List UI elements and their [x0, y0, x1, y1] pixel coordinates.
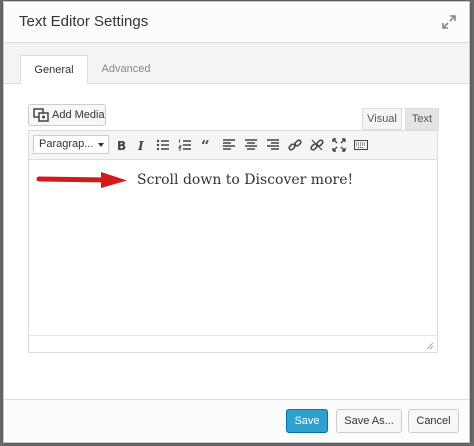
expand-icon[interactable] — [441, 14, 457, 30]
unlink-icon[interactable] — [308, 136, 326, 154]
bullet-list-icon[interactable] — [154, 136, 172, 154]
save-as-button[interactable]: Save As... — [336, 409, 402, 433]
format-select[interactable]: Paragrap... — [33, 135, 109, 154]
editor-statusbar — [29, 335, 437, 352]
chevron-down-icon — [98, 143, 104, 147]
resize-handle-icon[interactable] — [425, 341, 434, 350]
align-left-icon[interactable] — [220, 136, 238, 154]
tab-text[interactable]: Text — [405, 108, 439, 130]
align-center-icon[interactable] — [242, 136, 260, 154]
editor-text: Scroll down to Discover more! — [137, 172, 354, 188]
save-button[interactable]: Save — [286, 409, 328, 433]
media-icon — [33, 108, 49, 122]
text-editor-settings-dialog: Text Editor Settings General Advanced Ad… — [3, 1, 470, 443]
keyboard-icon[interactable] — [352, 136, 370, 154]
general-panel: Add Media Visual Text Paragrap... B I “ … — [4, 84, 469, 400]
dialog-header: Text Editor Settings — [4, 2, 469, 43]
editor-content-area[interactable]: Scroll down to Discover more! — [29, 159, 437, 336]
fullscreen-icon[interactable] — [330, 136, 348, 154]
bold-icon[interactable]: B — [112, 136, 130, 154]
dialog-footer: Save Save As... Cancel — [4, 399, 469, 442]
link-icon[interactable] — [286, 136, 304, 154]
add-media-label: Add Media — [52, 109, 105, 121]
align-right-icon[interactable] — [264, 136, 282, 154]
dialog-title: Text Editor Settings — [19, 13, 149, 30]
tab-visual[interactable]: Visual — [362, 108, 402, 130]
svg-text:I: I — [137, 139, 144, 152]
add-media-button[interactable]: Add Media — [28, 104, 106, 126]
editor-toolbar: Paragrap... B I “ — [29, 131, 437, 160]
arrow-icon — [36, 172, 127, 188]
svg-text:B: B — [117, 139, 126, 152]
blockquote-icon[interactable]: “ — [198, 136, 216, 154]
italic-icon[interactable]: I — [132, 136, 150, 154]
numbered-list-icon[interactable] — [176, 136, 194, 154]
text-editor: Paragrap... B I “ Scroll down to Discove… — [28, 130, 438, 353]
settings-tabs: General Advanced — [4, 43, 469, 84]
svg-text:“: “ — [201, 138, 210, 152]
cancel-button[interactable]: Cancel — [408, 409, 459, 433]
tab-advanced[interactable]: Advanced — [94, 55, 158, 83]
tab-general[interactable]: General — [20, 55, 88, 84]
format-select-value: Paragrap... — [39, 138, 94, 150]
